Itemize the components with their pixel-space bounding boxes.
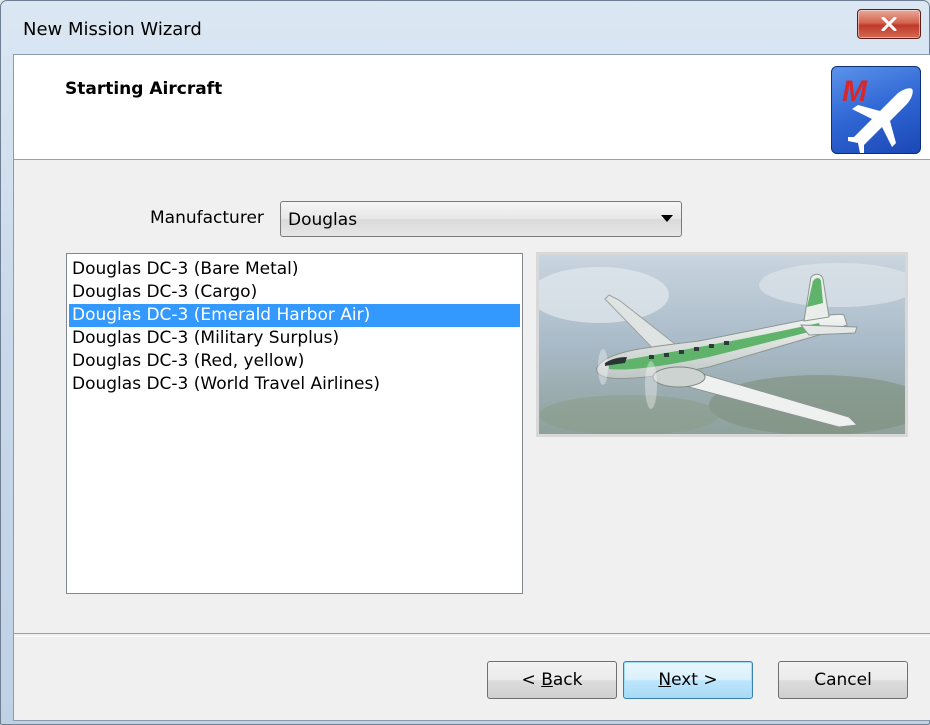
title-bar[interactable]: New Mission Wizard bbox=[1, 1, 929, 51]
page-title: Starting Aircraft bbox=[65, 79, 223, 99]
airplane-logo-icon: M bbox=[831, 66, 921, 154]
wizard-body: Starting Aircraft M Manufacturer Douglas… bbox=[13, 54, 930, 721]
aircraft-listbox[interactable]: Douglas DC-3 (Bare Metal) Douglas DC-3 (… bbox=[66, 253, 523, 594]
manufacturer-dropdown[interactable]: Douglas bbox=[280, 201, 682, 237]
list-item-selected[interactable]: Douglas DC-3 (Emerald Harbor Air) bbox=[69, 304, 520, 327]
back-button-mnemonic: B bbox=[541, 670, 553, 690]
cancel-button[interactable]: Cancel bbox=[778, 661, 908, 699]
list-item[interactable]: Douglas DC-3 (Cargo) bbox=[69, 281, 520, 304]
chevron-down-icon bbox=[661, 215, 673, 222]
back-button-prefix: < bbox=[521, 670, 542, 690]
wizard-window: New Mission Wizard Starting Aircraft M M… bbox=[0, 0, 930, 725]
list-item[interactable]: Douglas DC-3 (Red, yellow) bbox=[69, 350, 520, 373]
close-icon bbox=[881, 17, 897, 31]
next-button-label: ext > bbox=[671, 670, 718, 690]
list-item[interactable]: Douglas DC-3 (World Travel Airlines) bbox=[69, 373, 520, 396]
manufacturer-value: Douglas bbox=[288, 210, 358, 230]
next-button[interactable]: Next > bbox=[623, 661, 753, 699]
next-button-mnemonic: N bbox=[658, 670, 672, 690]
manufacturer-label: Manufacturer bbox=[150, 208, 264, 228]
window-title: New Mission Wizard bbox=[23, 19, 202, 40]
close-button[interactable] bbox=[857, 9, 921, 39]
wizard-header: Starting Aircraft M bbox=[14, 55, 930, 160]
back-button-label: ack bbox=[552, 670, 583, 690]
list-item[interactable]: Douglas DC-3 (Bare Metal) bbox=[69, 258, 520, 281]
list-item[interactable]: Douglas DC-3 (Military Surplus) bbox=[69, 327, 520, 350]
aircraft-preview-image bbox=[536, 252, 908, 437]
footer-separator bbox=[14, 633, 930, 637]
logo-letter: M bbox=[842, 75, 868, 108]
back-button[interactable]: < Back bbox=[487, 661, 617, 699]
